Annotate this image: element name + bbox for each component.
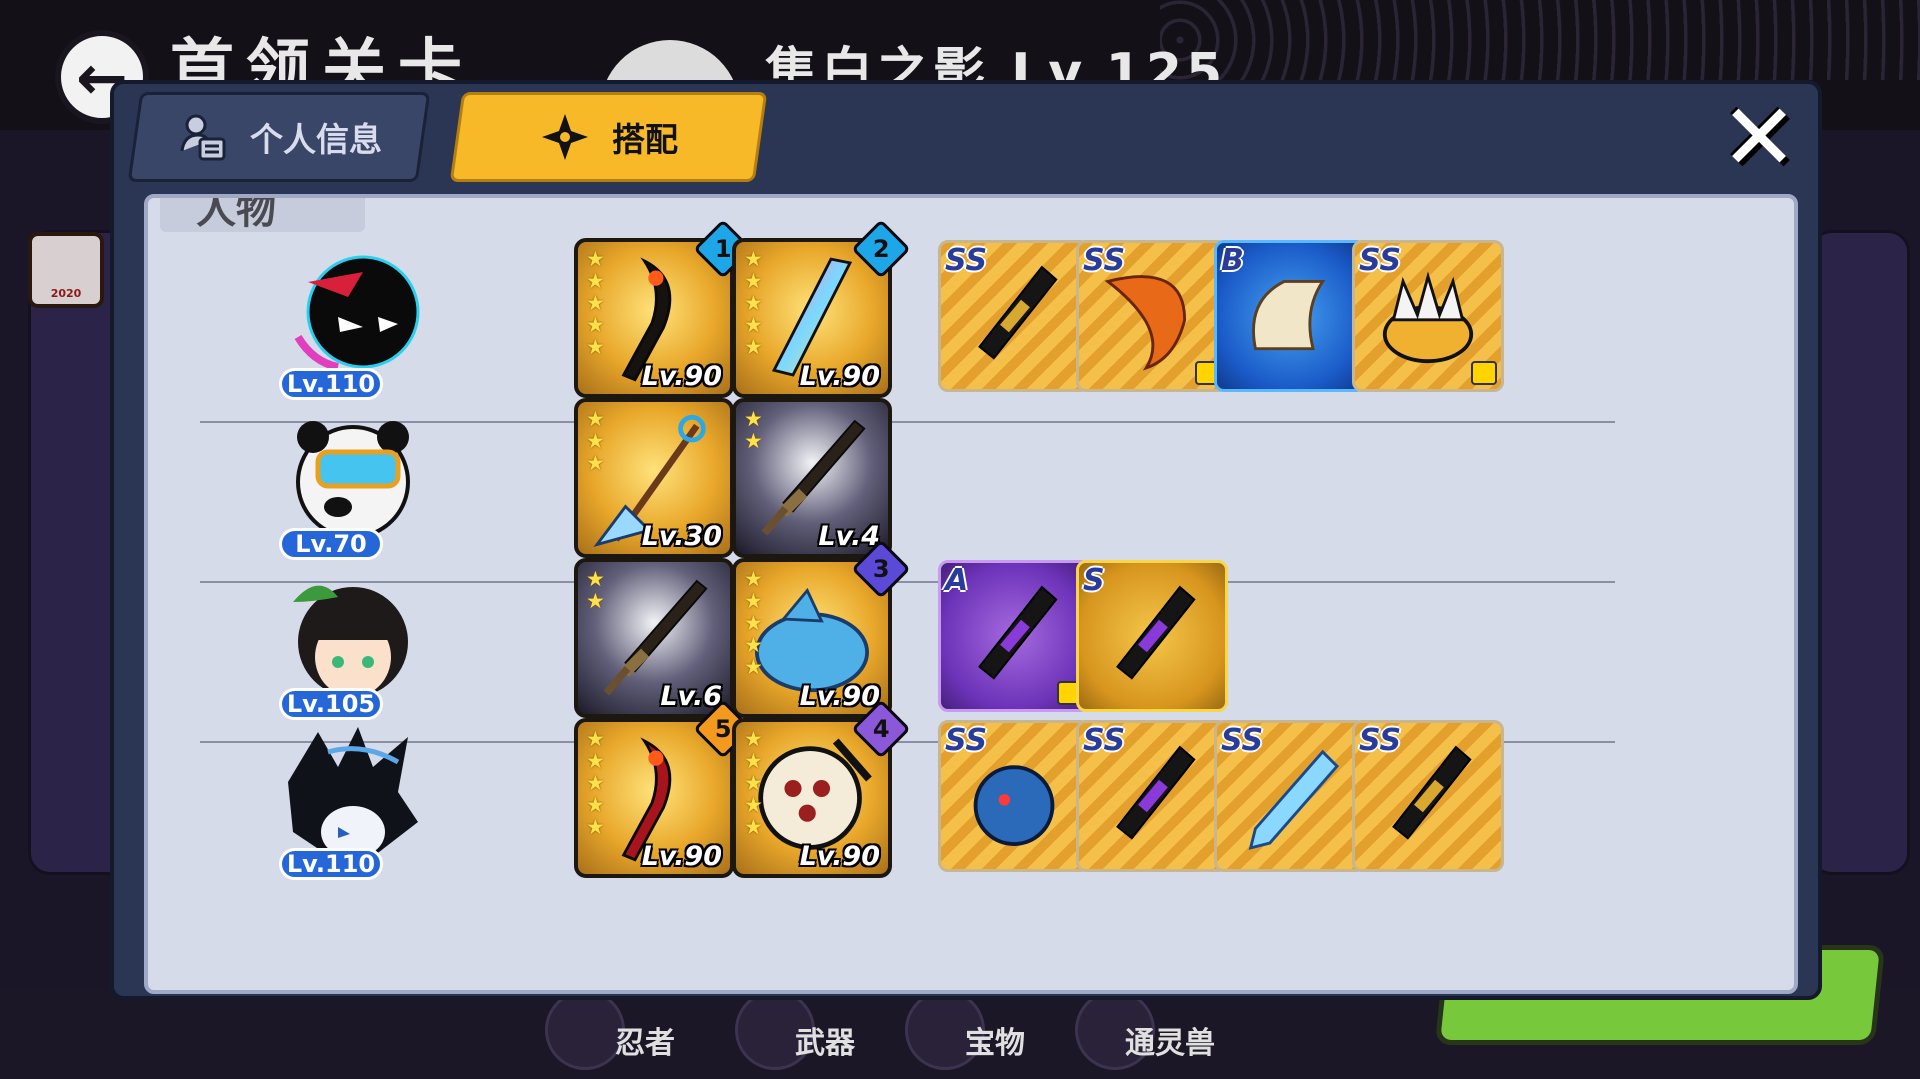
weapon-card[interactable]: ★ ★ Lv.4	[732, 398, 892, 558]
tab-lineup-label: 搭配	[611, 120, 678, 159]
year-badge-icon[interactable]: 2020	[28, 232, 104, 308]
treasure-card[interactable]: SS	[1352, 720, 1504, 872]
star-rating: ★ ★	[744, 408, 763, 452]
shirt-icon	[1471, 361, 1497, 385]
star-icon: ★	[586, 589, 605, 613]
star-icon: ★	[586, 567, 605, 591]
grade-label: S	[1083, 563, 1105, 598]
star-rating: ★ ★ ★ ★ ★	[586, 728, 605, 838]
star-icon: ★	[744, 429, 763, 453]
star-icon: ★	[586, 269, 605, 293]
grade-label: SS	[1221, 723, 1264, 758]
star-icon: ★	[744, 727, 763, 751]
star-icon: ★	[744, 655, 763, 679]
star-icon: ★	[586, 451, 605, 475]
grade-label: SS	[1359, 243, 1402, 278]
star-icon: ★	[744, 633, 763, 657]
slot-number: 1	[714, 234, 732, 263]
slot-number: 2	[872, 234, 890, 263]
treasure-card[interactable]: SS	[938, 720, 1090, 872]
star-rating: ★ ★ ★	[586, 408, 605, 474]
tab-personal-info-label: 个人信息	[250, 120, 382, 159]
section-label-characters: 人物	[160, 198, 365, 232]
star-icon: ★	[744, 771, 763, 795]
right-side-panel	[1810, 230, 1910, 875]
slot-number: 5	[714, 714, 732, 743]
shuriken-star-icon	[541, 114, 588, 160]
star-icon: ★	[744, 313, 763, 337]
slot-number: 4	[872, 714, 890, 743]
weapon-card[interactable]: ★ ★ ★ ★ ★ Lv.90 1	[574, 219, 753, 398]
weapon-card[interactable]: ★ ★ Lv.6	[574, 558, 734, 718]
star-rating: ★ ★ ★ ★ ★	[744, 248, 763, 358]
weapon-card[interactable]: ★ ★ ★ ★ ★ Lv.90 4	[732, 699, 911, 878]
treasure-card[interactable]: SS	[1352, 240, 1504, 392]
star-icon: ★	[586, 749, 605, 773]
star-icon: ★	[744, 589, 763, 613]
hero-level-badge: Lv.110	[279, 848, 383, 880]
lineup-content: 人物 Lv.110 ★ ★ ★ ★ ★ Lv.90 1 ★ ★ ★ ★ ★ Lv.90 2 SS SS B SS Lv…	[144, 194, 1798, 994]
hero-row: Lv.110 ★ ★ ★ ★ ★ Lv.90 5 ★ ★ ★ ★ ★ Lv.90 4 SS SS SS SS	[148, 699, 1794, 903]
star-icon: ★	[744, 793, 763, 817]
treasure-card[interactable]: SS	[1076, 720, 1228, 872]
star-rating: ★ ★ ★ ★ ★	[744, 568, 763, 678]
star-icon: ★	[744, 815, 763, 839]
star-icon: ★	[586, 335, 605, 359]
star-icon: ★	[586, 793, 605, 817]
weapon-card[interactable]: ★ ★ ★ ★ ★ Lv.90 3	[732, 539, 911, 718]
grade-label: SS	[1083, 723, 1126, 758]
star-icon: ★	[586, 429, 605, 453]
grade-label: A	[945, 563, 969, 598]
star-icon: ★	[586, 815, 605, 839]
star-icon: ★	[744, 611, 763, 635]
star-rating: ★ ★ ★ ★ ★	[586, 248, 605, 358]
star-icon: ★	[744, 749, 763, 773]
treasure-card[interactable]: S	[1076, 560, 1228, 712]
star-icon: ★	[744, 269, 763, 293]
star-icon: ★	[586, 407, 605, 431]
weapon-card[interactable]: ★ ★ ★ Lv.30	[574, 398, 734, 558]
star-icon: ★	[744, 335, 763, 359]
star-rating: ★ ★	[586, 568, 605, 612]
treasure-card[interactable]: SS	[1076, 240, 1228, 392]
weapon-card[interactable]: ★ ★ ★ ★ ★ Lv.90 5	[574, 699, 753, 878]
star-icon: ★	[586, 313, 605, 337]
treasure-card[interactable]: A	[938, 560, 1090, 712]
treasure-card[interactable]: B	[1214, 240, 1366, 392]
grade-label: SS	[945, 243, 988, 278]
nav-treasure-label[interactable]: 宝物	[965, 1018, 1025, 1062]
star-rating: ★ ★ ★ ★ ★	[744, 728, 763, 838]
nav-weapon-label[interactable]: 武器	[795, 1018, 855, 1062]
tab-personal-info[interactable]: 个人信息	[127, 92, 431, 182]
grade-label: B	[1221, 243, 1244, 278]
person-card-icon	[180, 114, 226, 161]
tab-lineup[interactable]: 搭配	[449, 92, 768, 182]
star-icon: ★	[744, 247, 763, 271]
slot-number: 3	[872, 554, 890, 583]
star-icon: ★	[586, 727, 605, 751]
star-icon: ★	[586, 247, 605, 271]
lineup-dialog: 个人信息 搭配 ✕ 人物 Lv.110 ★ ★ ★ ★ ★ Lv.90 1 ★ ★ ★ ★ ★ Lv.90…	[110, 80, 1822, 1000]
grade-label: SS	[945, 723, 988, 758]
close-icon[interactable]: ✕	[1714, 84, 1804, 191]
star-icon: ★	[586, 291, 605, 315]
decor-pattern	[1160, 0, 1920, 80]
nav-ninja-icon[interactable]	[545, 990, 625, 1070]
star-icon: ★	[586, 771, 605, 795]
weapon-level: Lv.90	[799, 841, 880, 872]
grade-label: SS	[1359, 723, 1402, 758]
weapon-level: Lv.90	[641, 841, 722, 872]
nav-summon-label[interactable]: 通灵兽	[1125, 1018, 1215, 1062]
star-icon: ★	[744, 567, 763, 591]
weapon-card[interactable]: ★ ★ ★ ★ ★ Lv.90 2	[732, 219, 911, 398]
treasure-card[interactable]: SS	[1214, 720, 1366, 872]
star-icon: ★	[744, 291, 763, 315]
grade-label: SS	[1083, 243, 1126, 278]
nav-ninja-label[interactable]: 忍者	[615, 1018, 675, 1062]
treasure-card[interactable]: SS	[938, 240, 1090, 392]
star-icon: ★	[744, 407, 763, 431]
